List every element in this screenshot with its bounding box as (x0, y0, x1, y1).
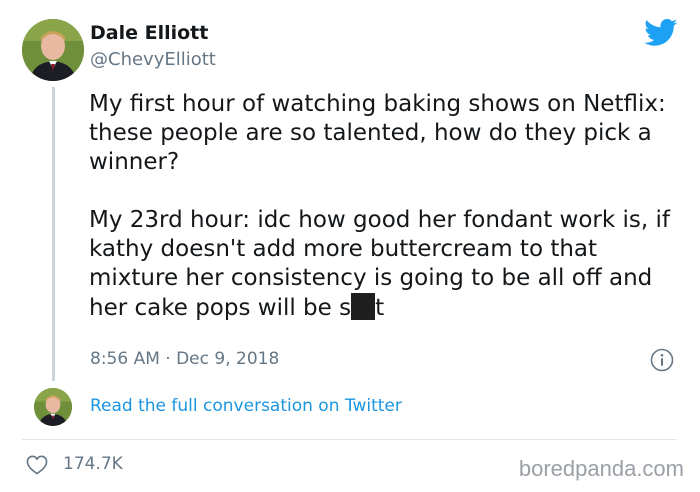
censor-redaction-block (351, 293, 376, 320)
profile-photo (22, 19, 84, 81)
tweet-text: My first hour of watching baking shows o… (89, 90, 689, 323)
tweet-timestamp[interactable]: 8:56 AM · Dec 9, 2018 (90, 349, 279, 369)
like-count[interactable]: 174.7K (63, 454, 123, 474)
tweet-paragraph-2: My 23rd hour: idc how good her fondant w… (89, 206, 689, 323)
heart-icon[interactable] (26, 455, 48, 475)
thread-connector-line (52, 87, 55, 381)
twitter-bird-icon[interactable] (644, 19, 678, 47)
read-full-conversation-link[interactable]: Read the full conversation on Twitter (90, 396, 402, 416)
profile-photo (34, 388, 72, 426)
author-display-name[interactable]: Dale Elliott (90, 22, 208, 44)
tweet-paragraph-2-tail: t (375, 295, 385, 321)
author-handle[interactable]: @ChevyElliott (90, 49, 216, 70)
footer-divider (22, 439, 677, 440)
author-avatar-small[interactable] (34, 388, 72, 426)
info-icon[interactable] (650, 348, 674, 372)
tweet-paragraph-1: My first hour of watching baking shows o… (89, 91, 666, 175)
author-avatar[interactable] (22, 19, 84, 81)
boredpanda-watermark: boredpanda.com (518, 456, 684, 481)
